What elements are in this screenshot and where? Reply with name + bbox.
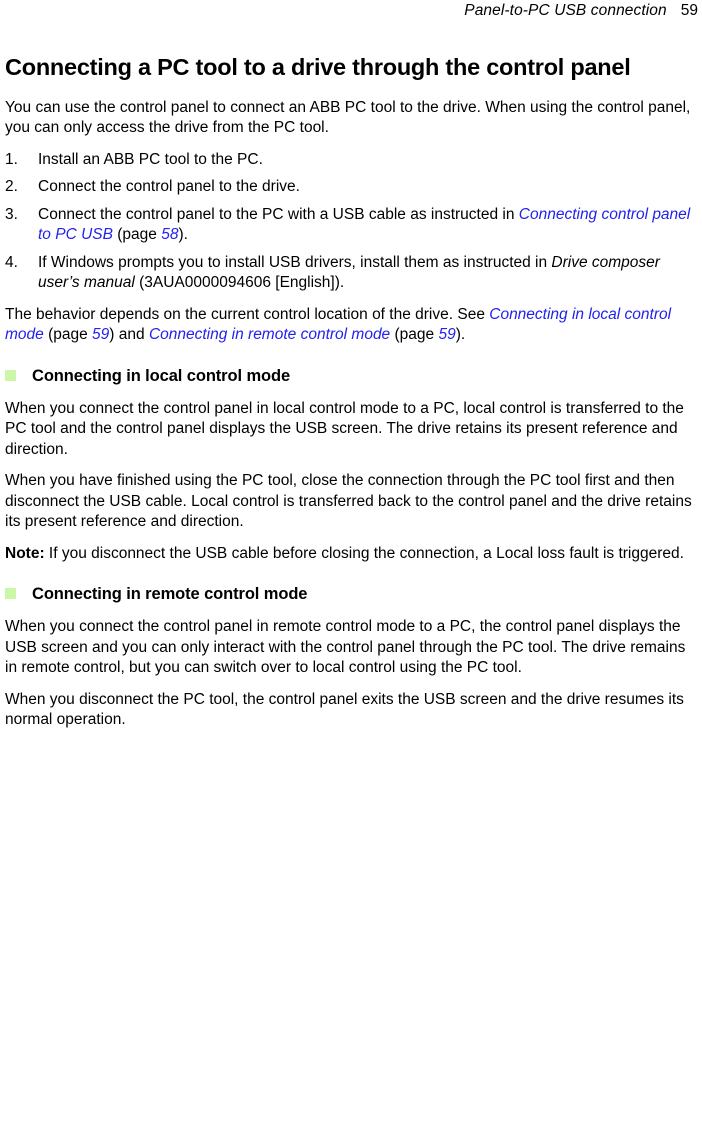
section-heading: Connecting in remote control mode [5, 584, 699, 604]
text-run: When you connect the control panel in re… [5, 618, 686, 677]
text-run: If you disconnect the USB cable before c… [44, 544, 684, 562]
document-page: Panel-to-PC USB connection 59 Connecting… [0, 0, 702, 1141]
text-run: ) and [109, 326, 149, 344]
text-run: (page [43, 326, 93, 344]
behavior-paragraph: The behavior depends on the current cont… [5, 305, 699, 346]
text-run: Connect the control panel to the drive. [38, 178, 300, 196]
text-run: ). [455, 326, 466, 344]
page-title: Connecting a PC tool to a drive through … [5, 54, 631, 80]
text-run: When you disconnect the PC tool, the con… [5, 690, 684, 729]
text-run: (page [390, 326, 439, 344]
section-heading-label: Connecting in local control mode [32, 366, 291, 385]
section-heading: Connecting in local control mode [5, 366, 699, 386]
note-label: Note: [5, 544, 45, 562]
list-item-text: Connect the control panel to the PC with… [38, 206, 690, 244]
text-run: Connect the control panel to the PC with… [38, 205, 519, 223]
intro-paragraph: You can use the control panel to connect… [5, 98, 691, 137]
list-item-number: 3. [5, 205, 18, 223]
cross-reference-link[interactable]: 59 [92, 326, 109, 343]
section-paragraph: When you have finished using the PC tool… [5, 471, 699, 533]
text-run: The behavior depends on the current cont… [5, 305, 490, 323]
numbered-step-list: 1. Install an ABB PC tool to the PC. 2. Con… [5, 150, 699, 294]
page-content: Connecting a PC tool to a drive through … [5, 54, 699, 742]
list-item-number: 1. [5, 150, 18, 168]
text-run: Install an ABB PC tool to the PC. [38, 150, 263, 168]
section-paragraph: When you disconnect the PC tool, the con… [5, 690, 699, 731]
list-item-number: 4. [5, 253, 18, 271]
text-run: When you connect the control panel in lo… [5, 399, 684, 458]
green-square-bullet-icon [5, 588, 16, 600]
list-item-text: Connect the control panel to the drive. [38, 178, 300, 195]
cross-reference-link[interactable]: 59 [438, 326, 455, 343]
section-paragraph: When you connect the control panel in re… [5, 617, 699, 679]
sections-container: Connecting in local control mode When you… [5, 366, 699, 731]
running-header: Panel-to-PC USB connection 59 [5, 0, 698, 32]
green-square-bullet-icon [5, 369, 16, 381]
list-item: 1. Install an ABB PC tool to the PC. [5, 150, 699, 171]
section-paragraph: Note: If you disconnect the USB cable be… [5, 544, 699, 565]
text-run: (3AUA0000094606 [English]). [134, 274, 345, 292]
list-item-number: 2. [5, 178, 18, 196]
cross-reference-link[interactable]: 58 [161, 226, 178, 243]
cross-reference-link[interactable]: Connecting in remote control mode [149, 326, 390, 343]
running-header-title: Panel-to-PC USB connection [464, 2, 667, 19]
page-number: 59 [680, 2, 698, 19]
list-item: 3. Connect the control panel to the PC wi… [5, 205, 699, 246]
text-run: (page [112, 226, 162, 244]
text-run: When you have finished using the PC tool… [5, 472, 692, 531]
text-run: ). [178, 226, 188, 244]
list-item: 4. If Windows prompts you to install USB … [5, 253, 699, 294]
list-item: 2. Connect the control panel to the drive… [5, 177, 699, 198]
list-item-text: Install an ABB PC tool to the PC. [38, 151, 263, 168]
section-paragraph: When you connect the control panel in lo… [5, 399, 699, 461]
section-heading-label: Connecting in remote control mode [32, 585, 308, 604]
list-item-text: If Windows prompts you to install USB dr… [38, 254, 660, 292]
text-run: If Windows prompts you to install USB dr… [38, 253, 552, 271]
